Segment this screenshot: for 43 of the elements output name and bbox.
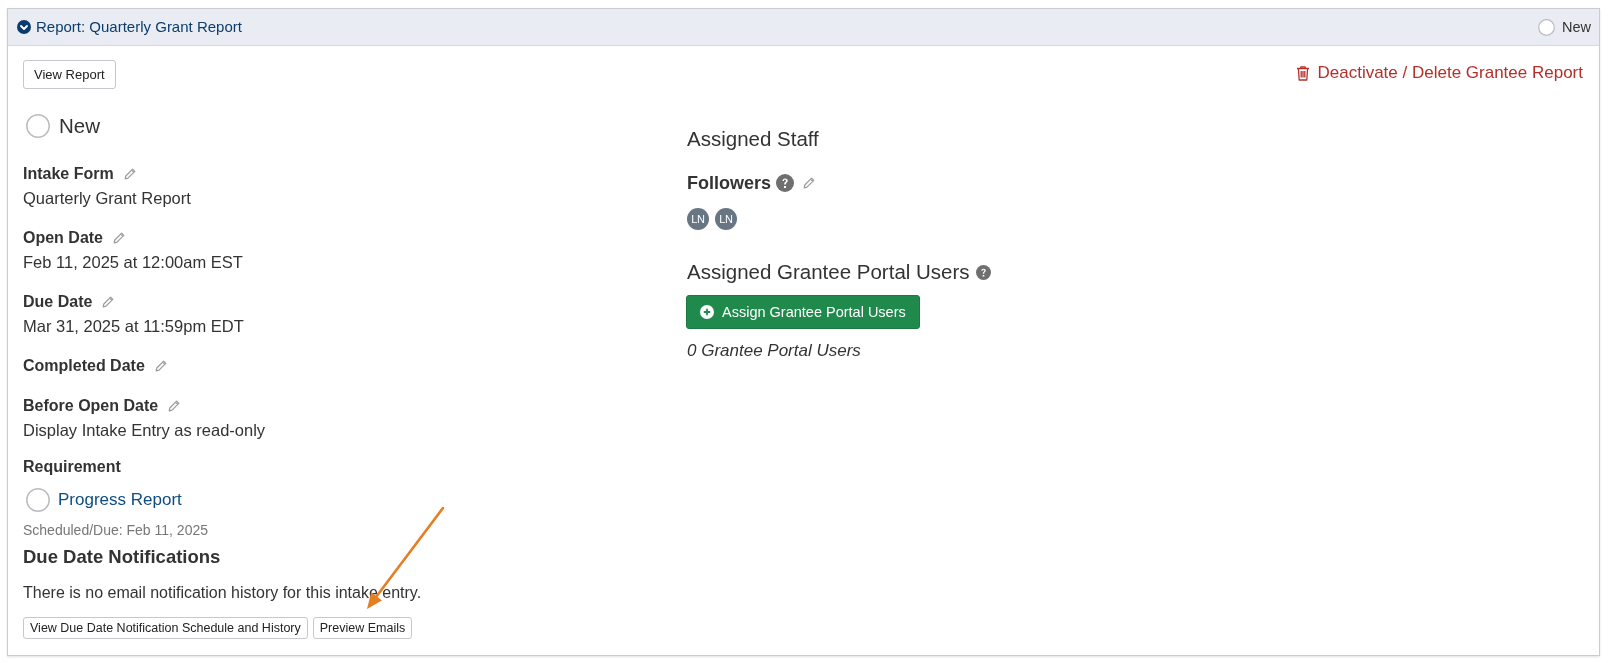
notification-button[interactable]: View Due Date Notification Schedule and History [23, 617, 308, 639]
field-value: Feb 11, 2025 at 12:00am EST [23, 252, 244, 273]
pencil-icon[interactable] [168, 400, 181, 412]
field-value: Quarterly Grant Report [23, 188, 192, 209]
section-heading: Assigned Staff [687, 126, 820, 152]
requirement-link[interactable]: Progress Report [58, 489, 182, 511]
schedule-text: Scheduled/Due: Feb 11, 2025 [23, 521, 209, 539]
field-value: Display Intake Entry as read-only [23, 420, 267, 441]
field-label: Open Date [23, 228, 103, 248]
status-circle-icon [26, 488, 50, 512]
notification-button[interactable]: Preview Emails [312, 617, 413, 639]
field-label: Due Date [23, 292, 93, 312]
follower-avatar: LN [715, 208, 737, 230]
status-text: New [59, 114, 100, 138]
pencil-icon[interactable] [113, 232, 125, 244]
requirement-label: Requirement [23, 457, 122, 477]
followers-label: Followers [687, 172, 771, 195]
panel-header[interactable]: Report: Quarterly Grant Report New [8, 9, 1599, 46]
pencil-icon[interactable] [123, 168, 136, 180]
plus-circle-icon [700, 305, 714, 319]
view-report-button[interactable]: View Report [23, 60, 116, 89]
notification-message: There is no email notification history for this intake entry. [23, 583, 423, 603]
status-circle-icon [1538, 18, 1555, 36]
field-label: Completed Date [23, 356, 145, 376]
status-circle-icon [26, 114, 50, 138]
field-label: Intake Form [23, 164, 114, 184]
help-icon[interactable] [776, 174, 794, 192]
users-count: 0 Grantee Portal Users [687, 340, 862, 362]
section-heading: Due Date Notifications [23, 545, 222, 569]
help-icon[interactable] [975, 264, 991, 280]
delete-link[interactable]: Deactivate / Delete Grantee Report [1296, 63, 1583, 83]
field-label: Before Open Date [23, 396, 159, 416]
chevron-down-icon[interactable] [17, 20, 31, 34]
assign-users-button[interactable]: Assign Grantee Portal Users [686, 295, 920, 329]
status-text: New [1562, 19, 1591, 35]
field-value: Mar 31, 2025 at 11:59pm EDT [23, 316, 245, 337]
section-heading: Assigned Grantee Portal Users [687, 259, 970, 285]
pencil-icon[interactable] [803, 177, 815, 189]
pencil-icon[interactable] [102, 296, 115, 308]
panel-title: Report: Quarterly Grant Report [36, 17, 242, 37]
follower-avatar: LN [687, 208, 709, 230]
pencil-icon[interactable] [154, 360, 167, 372]
trash-icon [1296, 65, 1311, 81]
